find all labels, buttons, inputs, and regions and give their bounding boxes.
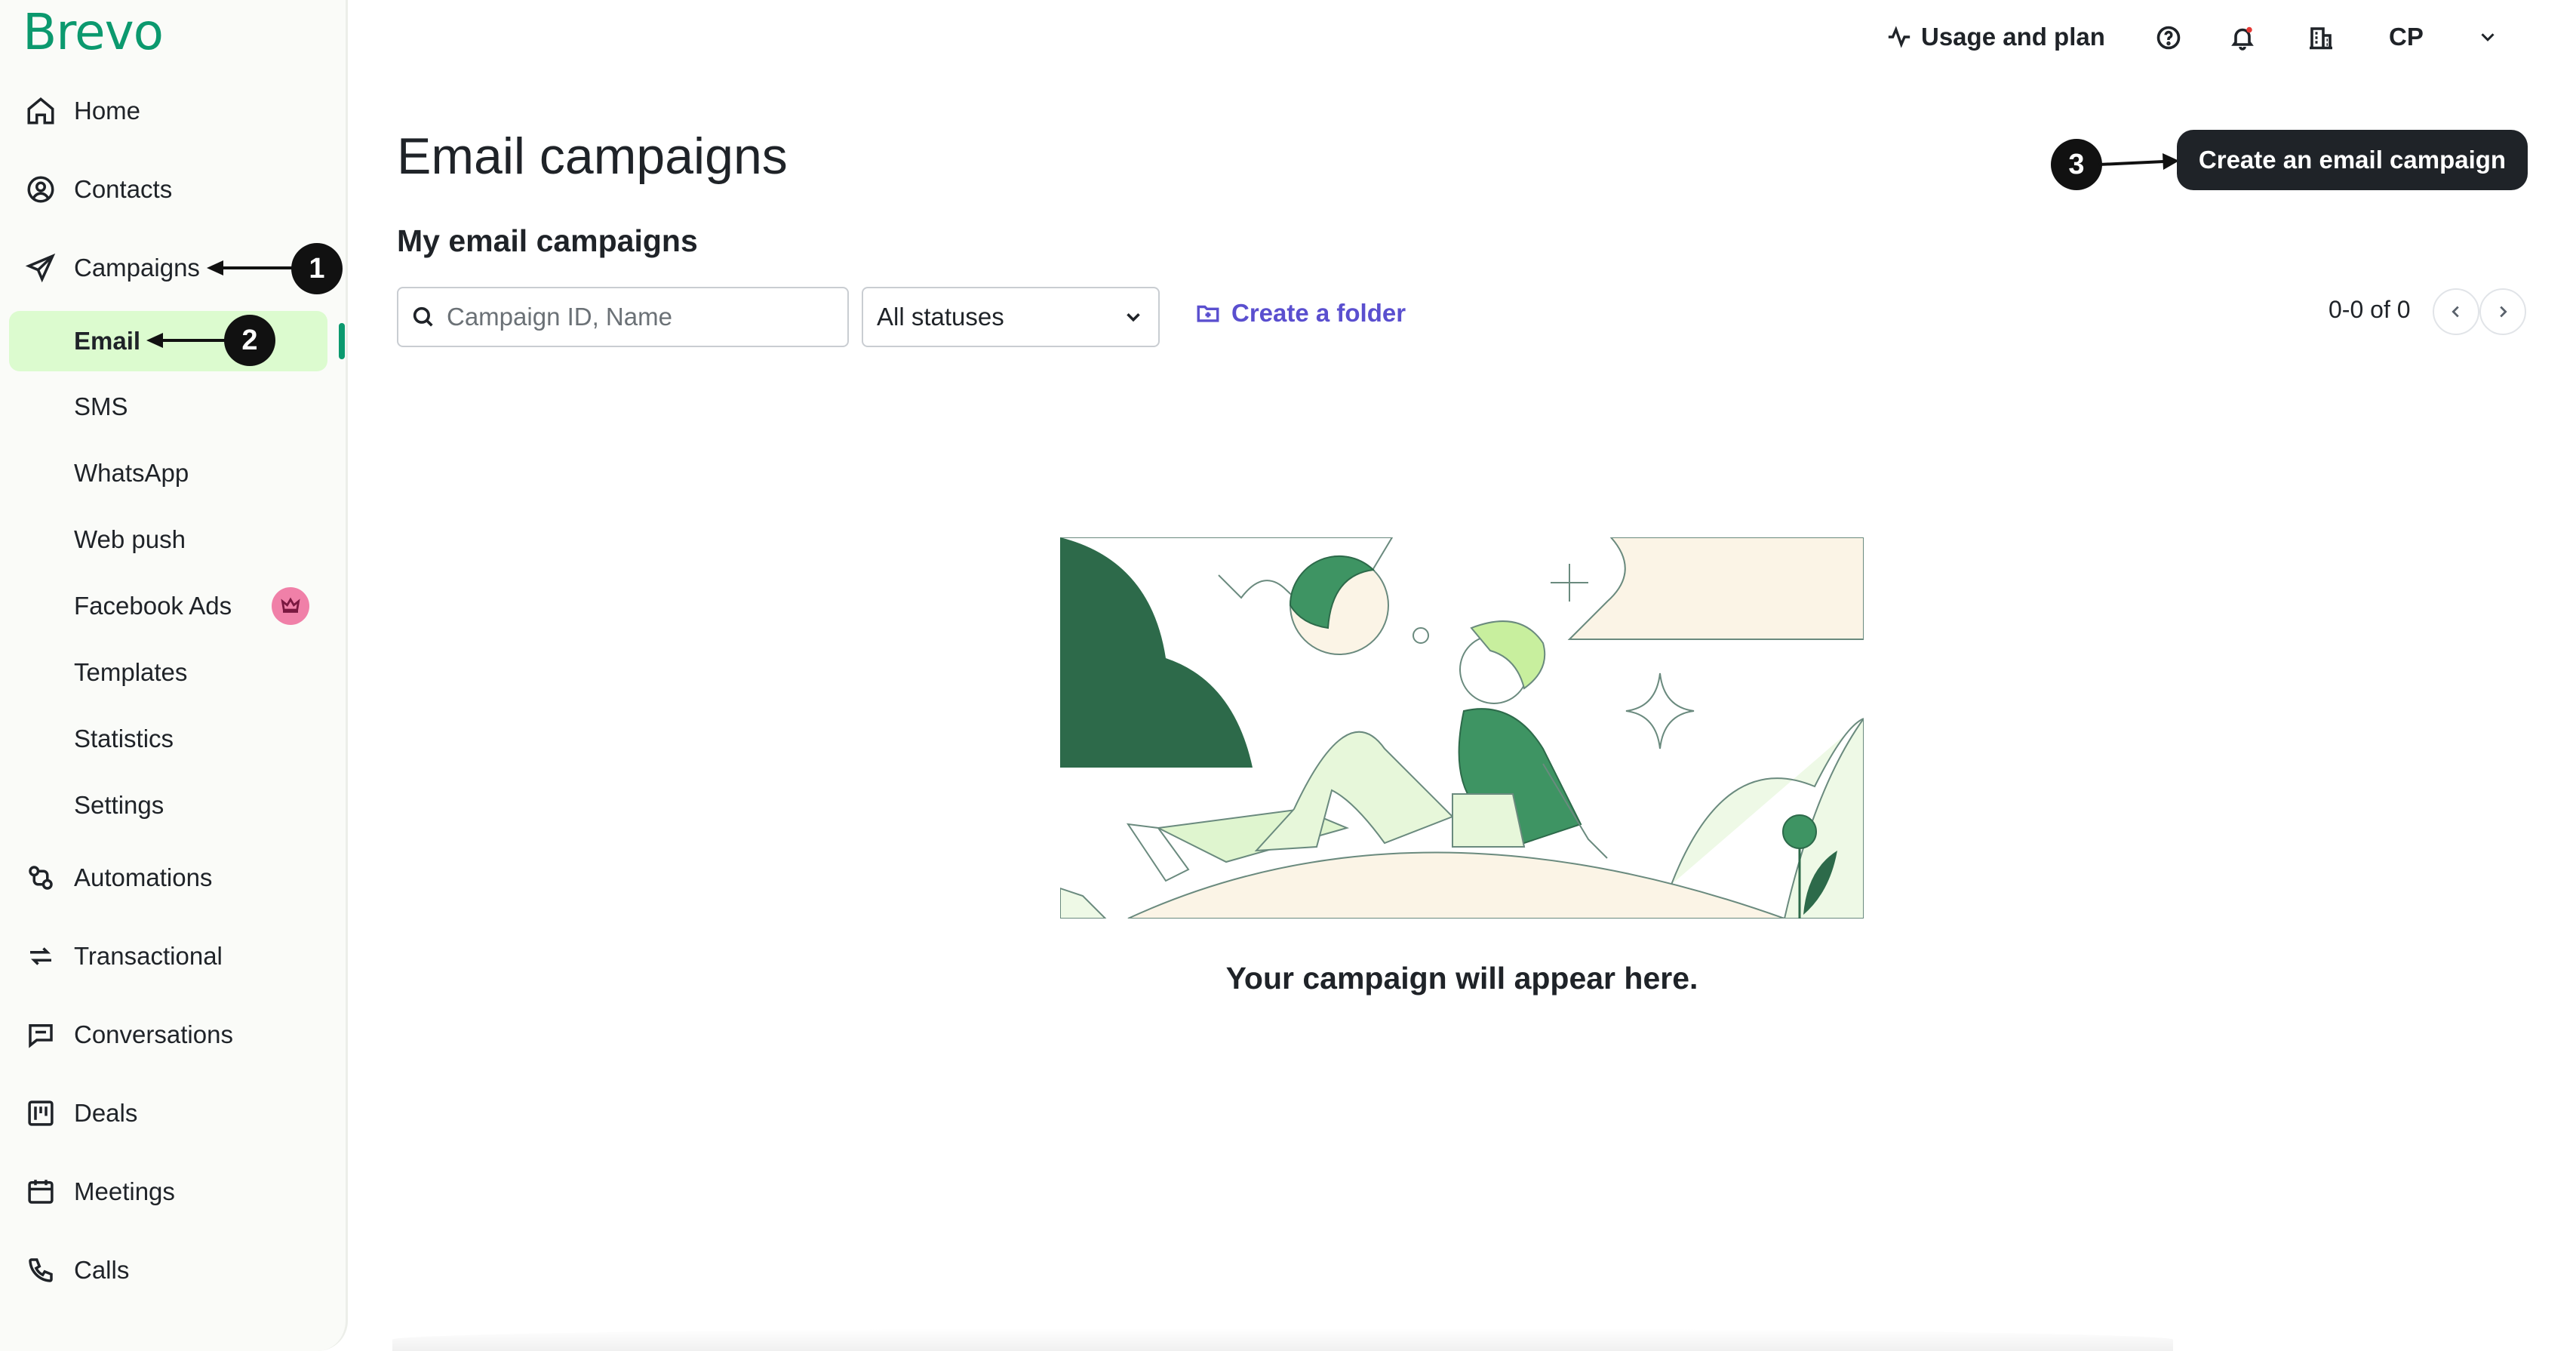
sidebar-subitem-facebook-ads[interactable]: Facebook Ads (74, 580, 232, 632)
sidebar-subitem-settings[interactable]: Settings (74, 779, 164, 832)
account-menu[interactable]: CP (2389, 23, 2499, 51)
create-email-campaign-button[interactable]: Create an email campaign (2177, 130, 2528, 190)
sidebar-item-conversations[interactable]: Conversations (23, 1008, 233, 1061)
sidebar-subitem-email[interactable]: Email (74, 315, 140, 368)
sidebar-subitem-sms[interactable]: SMS (74, 380, 128, 433)
sidebar-item-label: Transactional (74, 942, 223, 970)
chevron-right-icon (2500, 306, 2507, 318)
pagination-prev-button[interactable] (2433, 288, 2479, 335)
automations-icon (23, 860, 59, 896)
callout-arrow-2 (146, 333, 234, 348)
footer-shadow (392, 1328, 2173, 1351)
empty-state-message: Your campaign will appear here. (1225, 961, 1698, 996)
chevron-down-icon (2481, 33, 2495, 42)
search-input[interactable] (447, 303, 839, 331)
sidebar-subitem-statistics[interactable]: Statistics (74, 712, 174, 765)
help-icon (2156, 26, 2181, 50)
help-button[interactable] (2155, 24, 2182, 51)
pagination-next-button[interactable] (2479, 288, 2526, 335)
create-folder-link[interactable]: Create a folder (1195, 299, 1406, 328)
conversations-icon (23, 1017, 59, 1053)
account-initials: CP (2389, 23, 2424, 51)
sidebar-subitem-web-push[interactable]: Web push (74, 513, 186, 566)
building-icon (2310, 27, 2332, 50)
search-icon (413, 306, 433, 327)
send-icon (23, 250, 59, 286)
calendar-icon (23, 1174, 59, 1210)
sidebar-item-home[interactable]: Home (23, 85, 140, 137)
notifications-button[interactable] (2229, 24, 2256, 51)
callout-arrow-3 (2098, 153, 2179, 170)
status-filter-select[interactable]: All statuses (862, 287, 1160, 347)
callout-arrow-1 (207, 260, 302, 275)
folder-plus-icon (1197, 305, 1219, 322)
page-title: Email campaigns (397, 128, 788, 185)
crown-icon (272, 587, 309, 625)
brevo-logo[interactable]: Brevo (23, 3, 164, 61)
chevron-left-icon (2452, 306, 2459, 318)
sidebar-item-label: Contacts (74, 175, 173, 203)
usage-and-plan-button[interactable]: Usage and plan (1886, 23, 2105, 51)
sidebar-item-contacts[interactable]: Contacts (23, 163, 172, 216)
sidebar-item-label: Campaigns (74, 254, 200, 282)
sidebar-item-meetings[interactable]: Meetings (23, 1165, 175, 1218)
home-icon (23, 93, 59, 129)
sidebar-subitem-templates[interactable]: Templates (74, 646, 187, 699)
deals-icon (23, 1095, 59, 1131)
activity-icon (1888, 26, 1910, 48)
sidebar-subitem-whatsapp[interactable]: WhatsApp (74, 447, 189, 500)
sidebar-item-transactional[interactable]: Transactional (23, 930, 223, 983)
pagination-count: 0-0 of 0 (2329, 296, 2411, 323)
sidebar-item-automations[interactable]: Automations (23, 851, 212, 904)
callout-marker-2: 2 (224, 315, 275, 366)
callout-marker-1: 1 (291, 243, 343, 294)
contacts-icon (23, 171, 59, 208)
transactional-icon (23, 938, 59, 974)
sidebar-item-label: Calls (74, 1256, 130, 1284)
empty-state-illustration (1060, 537, 1864, 919)
sidebar-item-label: Conversations (74, 1020, 233, 1048)
sidebar-item-label: Meetings (74, 1177, 175, 1205)
sidebar-item-calls[interactable]: Calls (23, 1244, 129, 1297)
sidebar-item-label: Automations (74, 863, 213, 891)
phone-icon (23, 1252, 59, 1288)
sidebar: Brevo Home Contacts Campaigns Email SMS … (0, 0, 348, 1351)
callout-marker-3: 3 (2051, 139, 2102, 190)
active-indicator (339, 323, 345, 359)
chevron-down-icon (1127, 313, 1140, 322)
section-title: My email campaigns (397, 223, 698, 258)
organization-button[interactable] (2307, 24, 2335, 51)
sidebar-item-deals[interactable]: Deals (23, 1087, 137, 1140)
usage-and-plan-label: Usage and plan (1921, 23, 2105, 51)
bell-icon (2231, 26, 2254, 51)
campaign-search[interactable] (397, 287, 849, 347)
status-filter-value: All statuses (877, 303, 1004, 331)
sidebar-item-label: Home (74, 97, 141, 125)
sidebar-item-label: Deals (74, 1099, 138, 1127)
create-folder-label: Create a folder (1231, 299, 1406, 327)
sidebar-item-campaigns[interactable]: Campaigns (23, 242, 200, 294)
